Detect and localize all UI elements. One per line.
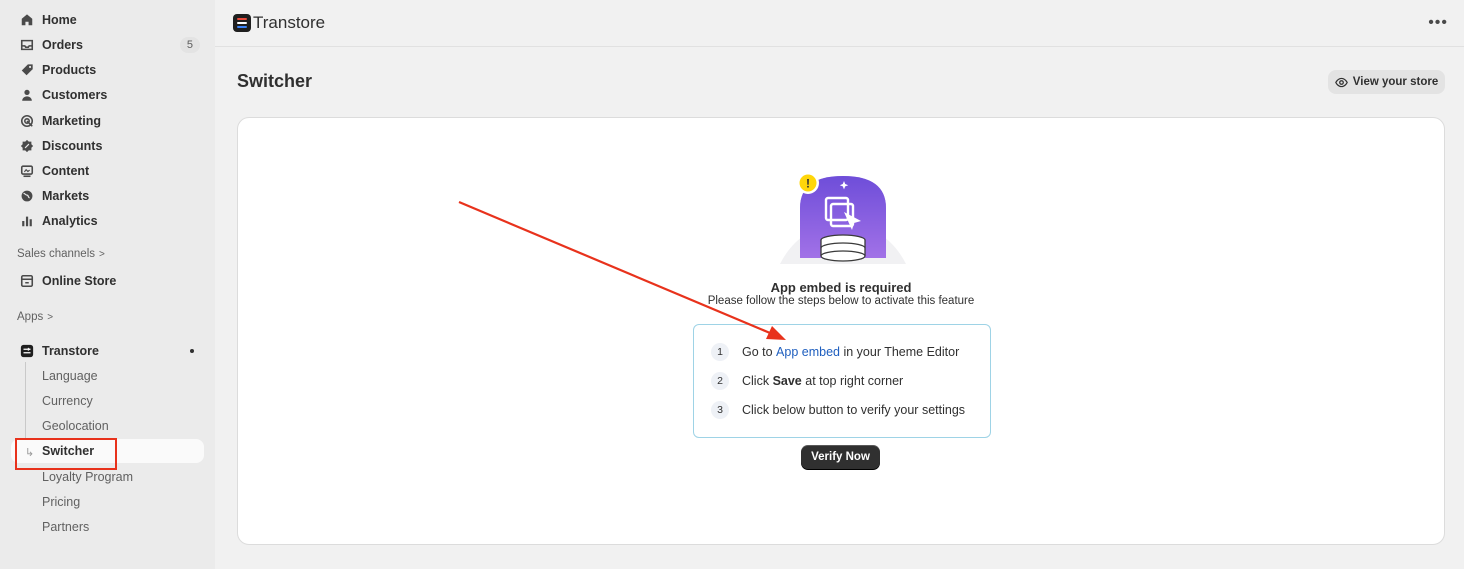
more-actions-button[interactable]: •••	[1428, 14, 1448, 32]
nav-label: Content	[42, 164, 90, 178]
app-embed-card: ! App embed is required Please follow th…	[237, 117, 1445, 545]
bar-chart-icon	[19, 213, 35, 229]
nav-label: Transtore	[42, 344, 99, 358]
nav-app-transtore[interactable]: Transtore	[11, 339, 204, 363]
step-text-prefix: Click below button to verify your settin…	[742, 403, 966, 417]
app-embed-link[interactable]: App embed	[776, 345, 840, 359]
sub-item-geolocation[interactable]: Geolocation	[11, 414, 204, 438]
apps-heading[interactable]: Apps >	[17, 311, 53, 323]
step-item: 2 Click Save at top right corner	[711, 371, 903, 391]
step-text-prefix: Go to	[742, 345, 777, 359]
globe-icon	[19, 188, 35, 204]
sub-item-label: Currency	[42, 394, 93, 408]
nav-markets[interactable]: Markets	[11, 184, 204, 208]
nav-home[interactable]: Home	[11, 8, 204, 32]
nav-marketing[interactable]: Marketing	[11, 109, 204, 133]
warning-icon: !	[806, 177, 810, 191]
nav-analytics[interactable]: Analytics	[11, 209, 204, 233]
nav-label: Customers	[42, 88, 108, 102]
nav-customers[interactable]: Customers	[11, 83, 204, 107]
transtore-app-icon	[19, 343, 35, 359]
view-store-label: View your store	[1352, 76, 1439, 88]
nav-orders[interactable]: Orders 5	[11, 33, 204, 57]
step-text-suffix: at top right corner	[801, 374, 904, 388]
orders-count-badge: 5	[179, 37, 200, 53]
tag-icon	[19, 62, 35, 78]
app-title: Transtore	[253, 13, 326, 32]
nav-content[interactable]: Content	[11, 159, 204, 183]
sub-item-partners[interactable]: Partners	[11, 515, 204, 539]
verify-now-button[interactable]: Verify Now	[801, 445, 880, 469]
chevron-right-icon: >	[47, 312, 54, 323]
apps-label: Apps	[17, 311, 44, 323]
step-text-bold: Save	[772, 374, 802, 388]
card-subtitle: Please follow the steps below to activat…	[707, 295, 975, 307]
sub-item-label: Language	[42, 369, 98, 383]
nav-label: Discounts	[42, 139, 103, 153]
step-item: 3 Click below button to verify your sett…	[711, 400, 965, 420]
sub-item-language[interactable]: Language	[11, 364, 204, 388]
eye-icon	[1334, 77, 1348, 87]
app-header: Transtore •••	[215, 0, 1464, 47]
app-embed-illustration: !	[780, 172, 906, 264]
view-store-button[interactable]: View your store	[1328, 70, 1445, 94]
orders-icon	[19, 37, 35, 53]
sub-item-label: Geolocation	[42, 419, 109, 433]
step-text-prefix: Click	[742, 374, 773, 388]
sales-channels-label: Sales channels	[17, 248, 95, 260]
nav-label: Marketing	[42, 114, 102, 128]
nav-label: Markets	[42, 189, 90, 203]
steps-list: 1 Go to App embed in your Theme Editor 2…	[693, 324, 991, 438]
nav-discounts[interactable]: Discounts	[11, 134, 204, 158]
store-icon	[19, 273, 35, 289]
sub-item-label: Pricing	[42, 495, 81, 509]
page-title: Switcher	[237, 71, 313, 91]
annotation-highlight-box	[15, 438, 117, 470]
nav-label: Orders	[42, 38, 83, 52]
home-icon	[19, 12, 35, 28]
sub-item-pricing[interactable]: Pricing	[11, 490, 204, 514]
transtore-logo-icon	[233, 14, 251, 32]
nav-products[interactable]: Products	[11, 58, 204, 82]
target-icon	[19, 113, 35, 129]
card-title: App embed is required	[770, 280, 912, 295]
nav-label: Products	[42, 63, 97, 77]
step-text-suffix: in your Theme Editor	[839, 345, 960, 359]
nav-online-store[interactable]: Online Store	[11, 269, 204, 293]
chevron-right-icon: >	[99, 249, 105, 260]
nav-label: Online Store	[42, 274, 117, 288]
step-item: 1 Go to App embed in your Theme Editor	[711, 342, 959, 362]
sub-item-currency[interactable]: Currency	[11, 389, 204, 413]
step-number: 3	[711, 401, 729, 419]
nav-label: Analytics	[42, 214, 98, 228]
step-number: 1	[711, 343, 729, 361]
pin-dot-icon	[190, 349, 194, 353]
sub-item-label: Loyalty Program	[42, 470, 134, 484]
nav-label: Home	[42, 13, 77, 27]
content-icon	[19, 163, 35, 179]
discount-icon	[19, 138, 35, 154]
sales-channels-heading[interactable]: Sales channels >	[17, 248, 105, 260]
step-number: 2	[711, 372, 729, 390]
sub-item-label: Partners	[42, 520, 90, 534]
person-icon	[19, 87, 35, 103]
sidebar: Home Orders 5 Products Customers Marketi…	[0, 0, 215, 569]
